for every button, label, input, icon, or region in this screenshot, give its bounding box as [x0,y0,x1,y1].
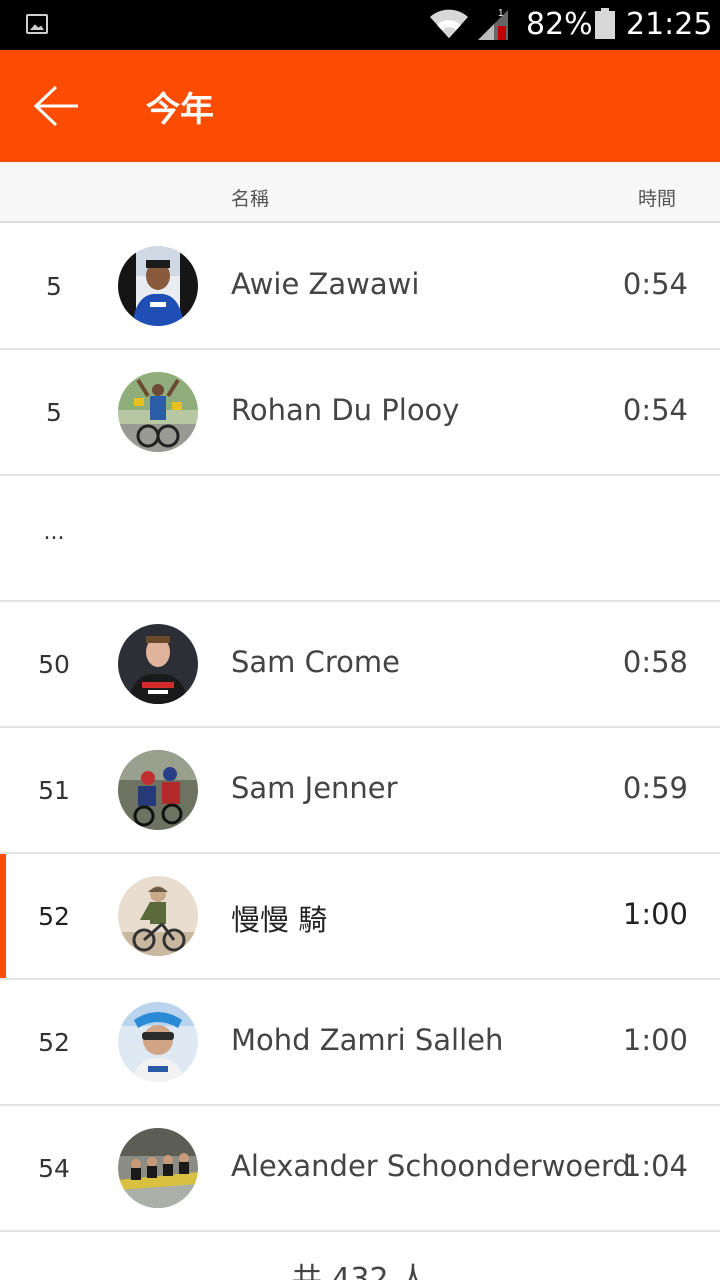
avatar[interactable] [118,876,198,956]
ellipsis: ... [43,520,65,545]
gallery-icon [26,14,48,34]
athlete-name[interactable]: Sam Crome [231,645,400,679]
page-title: 今年 [146,90,214,130]
leaderboard-row-current-user[interactable]: 52 慢慢 騎 1:00 [0,854,720,980]
wifi-icon [430,9,468,38]
leaderboard-row[interactable]: 5 Rohan Du Plooy 0:54 [0,350,720,476]
leaderboard-row[interactable]: 51 Sam Jenner 0:59 [0,728,720,854]
column-header-name: 名稱 [231,188,270,210]
ellipsis-row: ... [0,476,720,602]
time-value: 0:54 [622,393,688,427]
rank: 51 [38,776,70,805]
rank: 54 [38,1154,70,1183]
time-value: 0:54 [622,267,688,301]
total-count: 共 432 人 [291,1262,429,1280]
athlete-name[interactable]: 慢慢 騎 [231,897,327,939]
svg-text:1: 1 [498,8,504,19]
avatar[interactable] [118,750,198,830]
battery-percent: 82% [526,7,593,42]
status-bar: 1 82% 21:25 [0,0,720,50]
avatar[interactable] [118,372,198,452]
rank: 50 [38,650,70,679]
time-value: 1:00 [622,1023,688,1057]
time-value: 0:58 [622,645,688,679]
app-bar: 今年 [0,50,720,162]
rank: 5 [46,398,62,427]
time-value: 1:04 [622,1149,688,1183]
avatar[interactable] [118,624,198,704]
signal-icon: 1 [478,8,508,40]
column-header-time: 時間 [637,188,676,210]
avatar[interactable] [118,1128,198,1208]
avatar[interactable] [118,1002,198,1082]
leaderboard-row[interactable]: 54 Alexander Schoonderwoerd 1:04 [0,1106,720,1232]
status-time: 21:25 [626,7,713,42]
time-value: 0:59 [622,771,688,805]
time-value: 1:00 [622,897,688,931]
battery-icon [595,8,615,39]
avatar[interactable] [118,246,198,326]
leaderboard-row[interactable]: 5 Awie Zawawi 0:54 [0,224,720,350]
athlete-name[interactable]: Mohd Zamri Salleh [231,1023,503,1057]
leaderboard-row[interactable]: 52 Mohd Zamri Salleh 1:00 [0,980,720,1106]
rank: 52 [38,902,70,931]
athlete-name[interactable]: Rohan Du Plooy [231,393,459,427]
rank: 52 [38,1028,70,1057]
rank: 5 [46,272,62,301]
column-header: 名稱 時間 [0,162,720,223]
leaderboard-row[interactable]: 50 Sam Crome 0:58 [0,602,720,728]
athlete-name[interactable]: Sam Jenner [231,771,398,805]
back-arrow-icon[interactable] [32,84,80,128]
athlete-name[interactable]: Alexander Schoonderwoerd [231,1149,631,1183]
leaderboard-list: 5 Awie Zawawi 0:54 5 Rohan Du Plooy 0:54… [0,224,720,1232]
footer: 共 432 人 [0,1232,720,1280]
athlete-name[interactable]: Awie Zawawi [231,267,419,301]
